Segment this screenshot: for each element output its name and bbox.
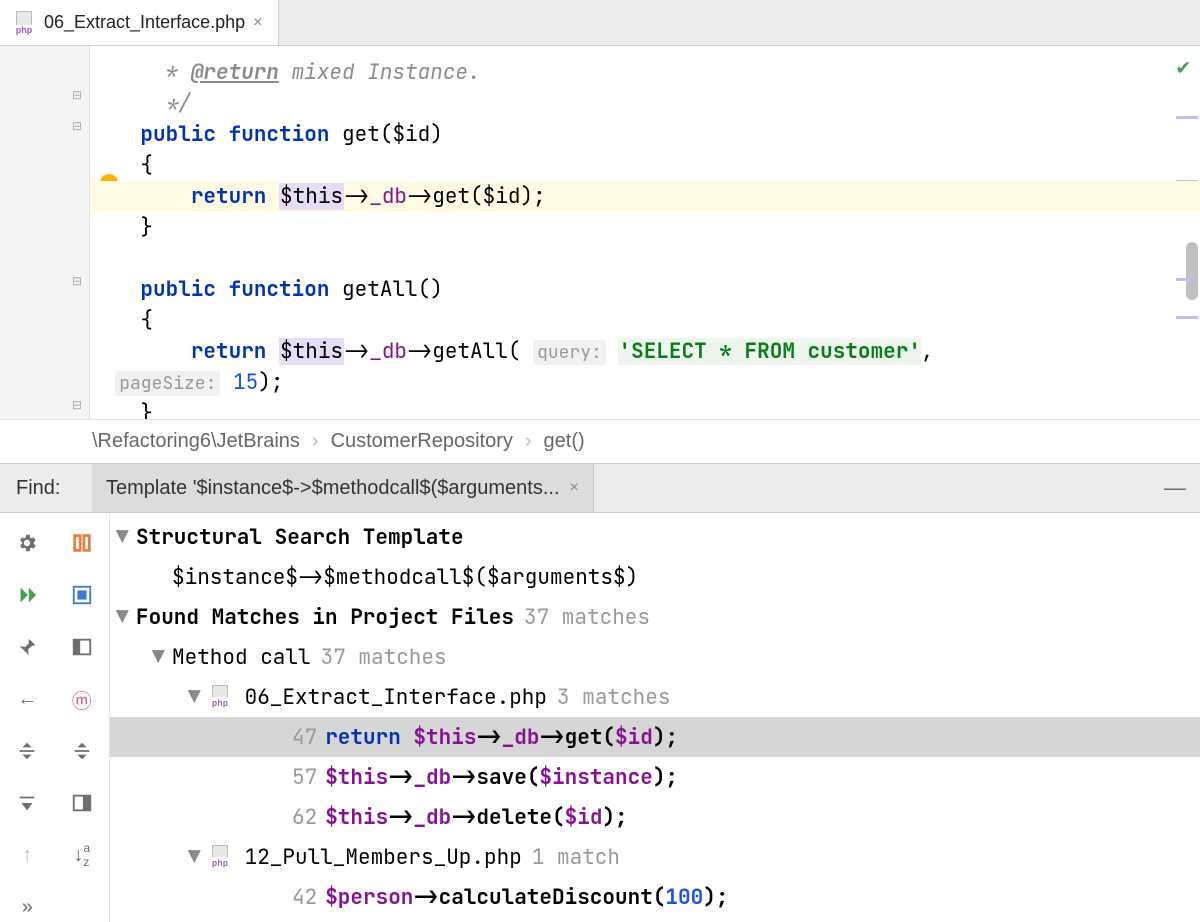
tree-template-row[interactable]: $instance$->$methodcall$($arguments$) <box>110 557 1200 597</box>
php-file-icon: php <box>12 11 36 35</box>
code-line: public function get($id) <box>90 119 1200 150</box>
close-icon[interactable]: × <box>253 14 262 32</box>
tab-title: 06_Extract_Interface.php <box>44 12 245 33</box>
up-button[interactable]: ↑ <box>0 829 55 881</box>
find-results-tree[interactable]: ▼ Structural Search Template $instance$-… <box>110 513 1200 922</box>
code-line: } <box>90 212 1200 243</box>
tree-match[interactable]: 62 $this->_db->delete($id); <box>110 797 1200 837</box>
back-button[interactable]: ← <box>0 673 55 725</box>
php-file-icon: php <box>208 685 232 709</box>
editor-gutter: ⊟ ⊟ ⊟ ⊟ <box>0 46 90 419</box>
breadcrumb-part[interactable]: get() <box>544 430 585 453</box>
preview-icon[interactable] <box>55 777 110 829</box>
tree-match[interactable]: 57 $this->_db->save($instance); <box>110 757 1200 797</box>
code-line-highlighted: return $this->_db->get($id); <box>90 181 1200 212</box>
sort-icon[interactable]: ↓az <box>55 829 110 881</box>
tree-file[interactable]: ▼ php 12_Pull_Members_Up.php 1 match <box>110 837 1200 877</box>
collapse-all-button[interactable] <box>55 725 110 777</box>
find-side-toolbar: ← ⓜ ↑ ↓az » <box>0 513 110 922</box>
breadcrumb-part[interactable]: \Refactoring6\JetBrains <box>92 430 300 453</box>
prev-occurrence-button[interactable] <box>0 777 55 829</box>
minimize-icon[interactable]: — <box>1164 475 1186 501</box>
chevron-right-icon: › <box>312 430 319 453</box>
php-file-icon: php <box>208 845 232 869</box>
open-in-find-icon[interactable] <box>55 517 110 569</box>
chevron-down-icon[interactable]: ▼ <box>152 644 172 671</box>
find-label: Find: <box>0 477 92 500</box>
tree-header[interactable]: ▼ Found Matches in Project Files 37 matc… <box>110 597 1200 637</box>
code-line: { <box>90 305 1200 336</box>
editor-area[interactable]: ⊟ ⊟ ⊟ ⊟ ✔ * @return mixed Instance. */ p… <box>0 46 1200 419</box>
fold-icon[interactable]: ⊟ <box>72 274 82 288</box>
layout-icon[interactable] <box>55 621 110 673</box>
tab-bar: php 06_Extract_Interface.php × <box>0 0 1200 46</box>
fold-icon[interactable]: ⊟ <box>72 119 82 133</box>
chevron-down-icon[interactable]: ▼ <box>188 684 208 711</box>
find-toolwindow-header: Find: Template '$instance$->$methodcall$… <box>0 463 1200 513</box>
chevron-down-icon[interactable]: ▼ <box>116 604 136 631</box>
breadcrumb-part[interactable]: CustomerRepository <box>331 430 513 453</box>
code-surface[interactable]: ✔ * @return mixed Instance. */ public fu… <box>90 46 1200 419</box>
tree-match[interactable]: 42 $person->calculateDiscount(100); <box>110 877 1200 917</box>
close-icon[interactable]: × <box>570 479 579 497</box>
code-line: public function getAll() <box>90 274 1200 305</box>
settings-button[interactable] <box>0 517 55 569</box>
more-button[interactable]: » <box>0 881 55 922</box>
breadcrumb[interactable]: \Refactoring6\JetBrains › CustomerReposi… <box>0 419 1200 463</box>
expand-all-button[interactable] <box>0 725 55 777</box>
code-line: pageSize: 15); <box>90 367 1200 398</box>
code-line: */ <box>90 88 1200 119</box>
method-icon[interactable]: ⓜ <box>55 673 110 725</box>
code-line: * @return mixed Instance. <box>90 57 1200 88</box>
find-results-tab[interactable]: Template '$instance$->$methodcall$($argu… <box>92 464 594 512</box>
code-line: return $this->_db->getAll( query: 'SELEC… <box>90 336 1200 367</box>
chevron-down-icon[interactable]: ▼ <box>188 844 208 871</box>
find-tab-title: Template '$instance$->$methodcall$($argu… <box>106 477 560 500</box>
pin-button[interactable] <box>0 621 55 673</box>
editor-tab[interactable]: php 06_Extract_Interface.php × <box>0 0 279 45</box>
chevron-down-icon[interactable]: ▼ <box>116 524 136 551</box>
tree-match[interactable]: 47 return $this->_db->get($id); <box>110 717 1200 757</box>
tree-file[interactable]: ▼ php 06_Extract_Interface.php 3 matches <box>110 677 1200 717</box>
fold-icon[interactable]: ⊟ <box>72 398 82 412</box>
stop-button[interactable] <box>55 569 110 621</box>
chevron-right-icon: › <box>525 430 532 453</box>
code-line: { <box>90 150 1200 181</box>
tree-header[interactable]: ▼ Structural Search Template <box>110 517 1200 557</box>
tree-group[interactable]: ▼ Method call 37 matches <box>110 637 1200 677</box>
find-toolwindow-body: ← ⓜ ↑ ↓az » ▼ Structural Search Template… <box>0 513 1200 922</box>
code-line: } <box>90 398 1200 419</box>
fold-icon[interactable]: ⊟ <box>72 88 82 102</box>
rerun-button[interactable] <box>0 569 55 621</box>
